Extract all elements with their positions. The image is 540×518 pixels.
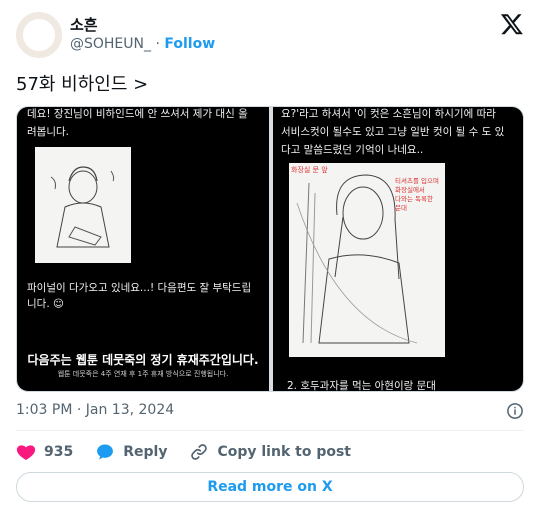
sketch-image-right: 화장실 문 앞 티셔츠를 입으며 화장실에서 다와는 독록한 문대: [289, 163, 445, 357]
right-text-line-3: 다고 말씀드렸던 기억이 나네요..: [281, 144, 424, 156]
reply-button[interactable]: Reply: [95, 442, 167, 462]
right-text-line-1: 요?'라고 하셔서 '이 컷은 소흔님이 하시기에 따라: [281, 108, 496, 120]
heart-icon: [16, 445, 36, 460]
break-notice-title: 다음주는 웹툰 데뭇죽의 정기 휴재주간입니다.: [27, 353, 259, 367]
right-text-line-2: 서비스컷이 될수도 있고 그냥 일반 컷이 될 수 도 있: [281, 126, 505, 138]
copy-link-button[interactable]: Copy link to post: [189, 442, 351, 462]
break-notice-subtitle: 웹툰 데뭇죽은 4주 연재 후 1주 휴재 방식으로 진행됩니다.: [57, 370, 229, 378]
sketch-note-block: 티셔츠를 입으며 화장실에서 다와는 독록한 문대: [395, 177, 439, 213]
sketch-note-line-2: 화장실에서: [395, 186, 425, 194]
reply-bubble-icon: [97, 444, 114, 460]
right-text-line-4: 2. 호두과자를 먹는 아현이랑 문대: [287, 380, 436, 392]
sketch-note-line-3: 다와는 독록한: [395, 195, 433, 203]
copy-link-label: Copy link to post: [217, 444, 351, 460]
author-handle[interactable]: @SOHEUN_: [70, 36, 151, 52]
like-count: 935: [44, 444, 74, 460]
media-gallery[interactable]: 데요! 장진님이 비하인드에 안 쓰셔서 제가 대신 올 려봅니다. 파이널이 …: [16, 106, 524, 392]
left-text-line-4: 니다. ☺: [27, 298, 64, 310]
separator: ·: [155, 36, 160, 52]
reply-label: Reply: [123, 444, 168, 460]
author-display-name[interactable]: 소흔: [70, 14, 98, 35]
left-text-line-1: 데요! 장진님이 비하인드에 안 쓰셔서 제가 대신 올: [27, 108, 248, 120]
sketch-note-line-1: 티셔츠를 입으며: [395, 177, 439, 185]
sketch-note-door: 화장실 문 앞: [291, 166, 328, 174]
media-image-left[interactable]: 데요! 장진님이 비하인드에 안 쓰셔서 제가 대신 올 려봅니다. 파이널이 …: [17, 107, 269, 391]
read-more-button[interactable]: Read more on X: [16, 472, 524, 502]
sketch-image-left: [35, 147, 131, 263]
divider: [16, 430, 524, 431]
tweet-card: 소흔 @SOHEUN_ · Follow 57화 비하인드 > 데요! 장진님이…: [0, 0, 540, 518]
tweet-text: 57화 비하인드 >: [16, 74, 149, 95]
left-text-line-2: 려봅니다.: [27, 126, 69, 138]
action-bar: 935 Reply Copy link to post: [16, 440, 373, 464]
media-image-right[interactable]: 요?'라고 하셔서 '이 컷은 소흔님이 하시기에 따라 서비스컷이 될수도 있…: [273, 107, 523, 392]
author-handle-row: @SOHEUN_ · Follow: [70, 36, 215, 52]
x-logo-icon[interactable]: [500, 12, 524, 36]
like-button[interactable]: 935: [16, 442, 73, 462]
sketch-note-line-4: 문대: [395, 204, 407, 212]
avatar[interactable]: [16, 12, 62, 58]
info-icon[interactable]: [506, 402, 524, 420]
timestamp[interactable]: 1:03 PM · Jan 13, 2024: [16, 402, 174, 418]
follow-button[interactable]: Follow: [164, 36, 215, 52]
link-icon: [191, 444, 208, 460]
